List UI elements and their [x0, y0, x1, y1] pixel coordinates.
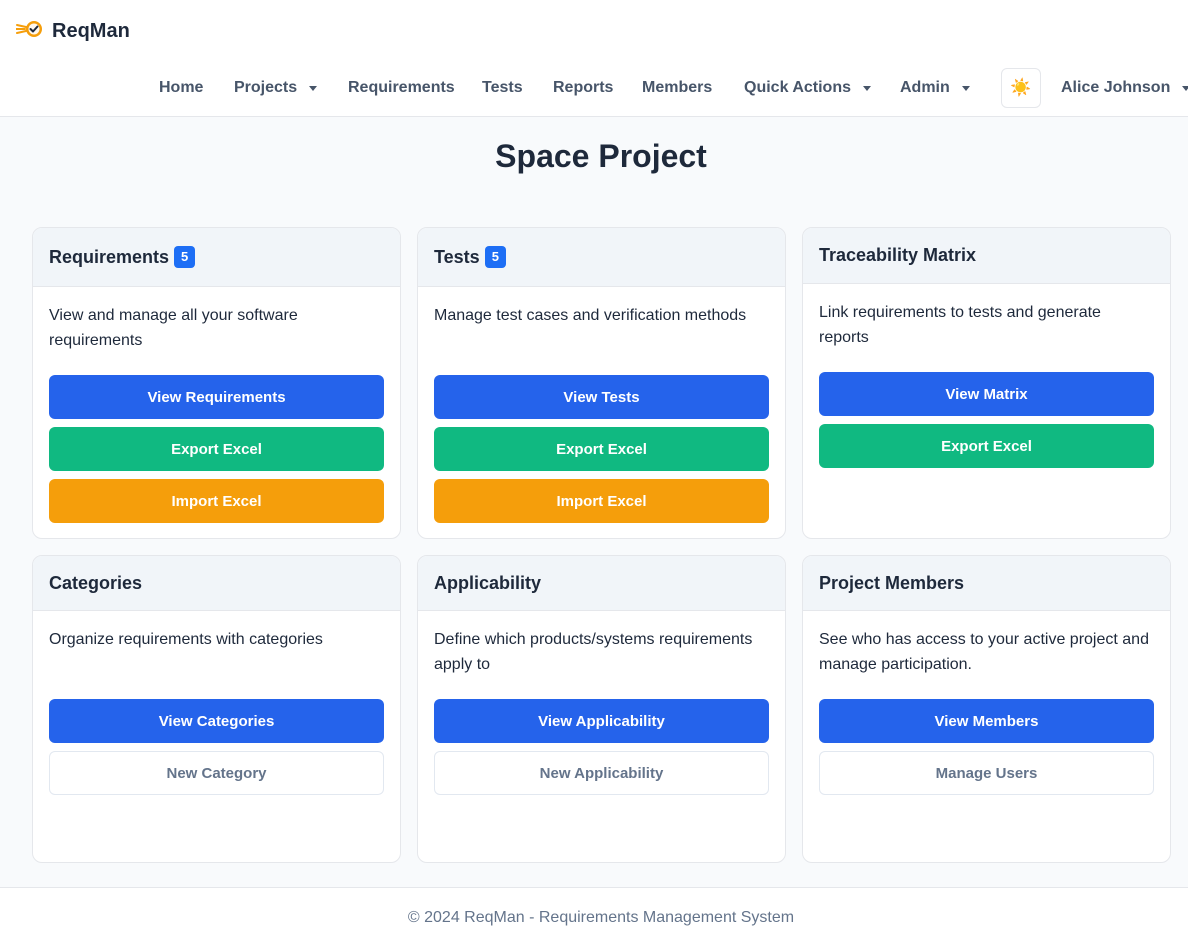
card-title: Tests — [434, 246, 480, 267]
new-applicability-button[interactable]: New Applicability — [434, 751, 769, 795]
card-header: Tests 5 — [418, 228, 785, 287]
view-matrix-button[interactable]: View Matrix — [819, 372, 1154, 416]
card-description: Manage test cases and verification metho… — [434, 307, 747, 324]
view-applicability-button[interactable]: View Applicability — [434, 699, 769, 743]
new-category-button[interactable]: New Category — [49, 751, 384, 795]
card-header: Applicability — [418, 556, 785, 611]
top-navbar: ReqMan Home Projects Requirements Tests … — [0, 0, 1188, 117]
footer-text: © 2024 ReqMan - Requirements Management … — [407, 908, 795, 926]
sun-icon: ☀️ — [1010, 78, 1032, 97]
card-title: Categories — [49, 572, 143, 593]
card-header: Requirements 5 — [33, 228, 400, 287]
rocket-check-icon — [15, 18, 44, 45]
view-tests-button[interactable]: View Tests — [434, 375, 769, 419]
user-menu[interactable]: Alice Johnson — [1061, 68, 1188, 108]
main-nav: Home Projects Requirements Tests Reports… — [0, 68, 1188, 108]
nav-home[interactable]: Home — [159, 68, 203, 108]
theme-toggle-button[interactable]: ☀️ — [1001, 68, 1041, 108]
card-title: Applicability — [434, 572, 542, 593]
card-description: Define which products/systems requiremen… — [434, 631, 753, 673]
nav-reports[interactable]: Reports — [553, 68, 613, 108]
card-title: Traceability Matrix — [819, 245, 977, 265]
categories-card: Categories Organize requirements with ca… — [32, 555, 401, 863]
tests-card: Tests 5 Manage test cases and verificati… — [417, 227, 786, 539]
chevron-down-icon — [309, 85, 318, 91]
nav-quick-actions[interactable]: Quick Actions — [744, 68, 871, 108]
nav-tests[interactable]: Tests — [482, 68, 523, 108]
page-title: Space Project — [495, 138, 707, 174]
card-description: See who has access to your active projec… — [819, 631, 1149, 673]
manage-users-button[interactable]: Manage Users — [819, 751, 1154, 795]
import-excel-button[interactable]: Import Excel — [434, 479, 769, 523]
import-excel-button[interactable]: Import Excel — [49, 479, 384, 523]
chevron-down-icon — [961, 85, 970, 91]
view-categories-button[interactable]: View Categories — [49, 699, 384, 743]
card-header: Project Members — [803, 556, 1170, 611]
card-description: Link requirements to tests and generate … — [819, 304, 1101, 346]
traceability-card: Traceability Matrix Link requirements to… — [802, 227, 1171, 539]
brand-name: ReqMan — [52, 19, 130, 42]
footer: © 2024 ReqMan - Requirements Management … — [0, 887, 1188, 947]
export-excel-button[interactable]: Export Excel — [434, 427, 769, 471]
card-header: Categories — [33, 556, 400, 611]
count-badge: 5 — [174, 246, 196, 268]
chevron-down-icon — [862, 85, 871, 91]
export-excel-button[interactable]: Export Excel — [49, 427, 384, 471]
applicability-card: Applicability Define which products/syst… — [417, 555, 786, 863]
chevron-down-icon — [1182, 85, 1188, 91]
card-header: Traceability Matrix — [803, 228, 1170, 284]
view-requirements-button[interactable]: View Requirements — [49, 375, 384, 419]
nav-admin[interactable]: Admin — [900, 68, 970, 108]
project-members-card: Project Members See who has access to yo… — [802, 555, 1171, 863]
nav-requirements[interactable]: Requirements — [348, 68, 455, 108]
brand[interactable]: ReqMan — [15, 16, 130, 46]
export-excel-button[interactable]: Export Excel — [819, 424, 1154, 468]
nav-members[interactable]: Members — [642, 68, 712, 108]
nav-projects[interactable]: Projects — [234, 68, 318, 108]
view-members-button[interactable]: View Members — [819, 699, 1154, 743]
count-badge: 5 — [484, 246, 506, 268]
card-description: View and manage all your software requir… — [49, 307, 298, 349]
card-description: Organize requirements with categories — [49, 631, 323, 648]
card-title: Project Members — [819, 572, 965, 593]
card-title: Requirements — [49, 246, 170, 267]
requirements-card: Requirements 5 View and manage all your … — [32, 227, 401, 539]
